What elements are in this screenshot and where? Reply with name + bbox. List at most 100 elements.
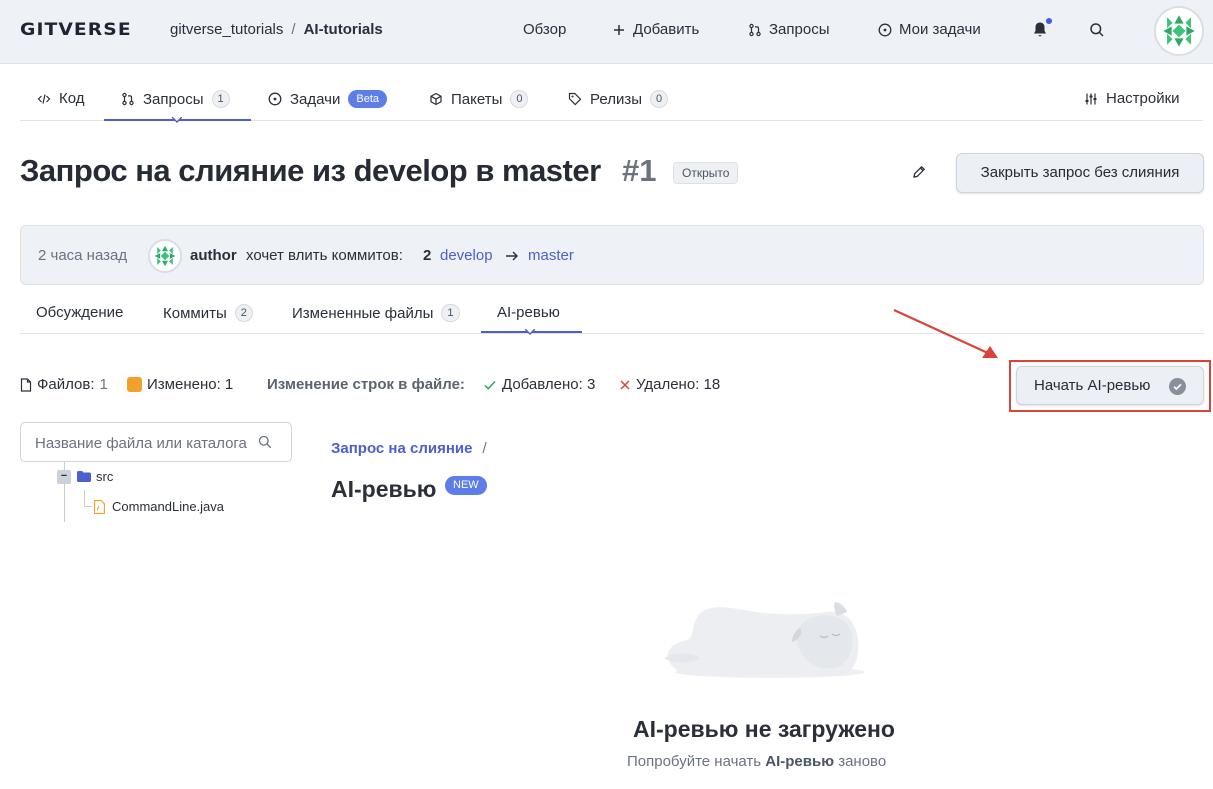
breadcrumb: Запрос на слияние / [331, 440, 487, 457]
tab-code[interactable]: Код [37, 90, 85, 107]
pull-request-icon [122, 92, 134, 106]
bell-icon[interactable] [1032, 21, 1048, 39]
pencil-icon[interactable] [912, 165, 926, 179]
tree-file-commandline[interactable]: CommandLine.java [112, 499, 224, 514]
tab-commits-label: Коммиты [163, 304, 227, 322]
tab-changed-files[interactable]: Измененные файлы 1 [292, 304, 460, 322]
files-value: 1 [99, 376, 108, 393]
packages-count-badge: 0 [510, 90, 529, 108]
breadcrumb-separator: / [291, 21, 296, 38]
empty-sub-before: Попробуйте начать [627, 753, 762, 770]
collapse-toggle-icon[interactable]: − [57, 470, 71, 484]
search-icon[interactable] [258, 435, 272, 449]
status-badge: Открыто [673, 162, 739, 184]
package-icon [430, 92, 442, 106]
modified-label: Изменено: 1 [147, 376, 234, 393]
arrow-right-icon [506, 251, 518, 261]
breadcrumb-merge-request[interactable]: Запрос на слияние [331, 440, 472, 457]
nav-add-label: Добавить [633, 21, 700, 38]
breadcrumb-separator: / [482, 440, 487, 457]
tab-requests-label: Запросы [143, 90, 204, 108]
tab-changed-files-label: Измененные файлы [292, 304, 434, 322]
search-icon[interactable] [1089, 22, 1105, 38]
repo-breadcrumb: gitverse_tutorials / AI-tutorials [170, 21, 383, 38]
commits-count-badge: 2 [234, 304, 253, 322]
gitverse-logo[interactable]: GITVERSE [20, 20, 132, 40]
empty-state-title: AI-ревью не загружено [633, 716, 895, 742]
target-branch-link[interactable]: master [528, 247, 574, 264]
nav-requests-label: Запросы [769, 21, 830, 38]
active-pr-tab-caret [525, 329, 535, 335]
source-branch-link[interactable]: develop [440, 247, 493, 264]
tab-packages[interactable]: Пакеты 0 [429, 90, 529, 108]
tab-settings-label: Настройки [1106, 90, 1180, 107]
breadcrumb-owner[interactable]: gitverse_tutorials [170, 21, 283, 38]
file-icon [20, 377, 32, 392]
pr-tabs: Обсуждение Коммиты 2 Измененные файлы 1 … [20, 296, 1204, 335]
empty-sub-after: заново [838, 753, 887, 770]
annotation-arrow-icon [893, 309, 998, 358]
tab-tasks[interactable]: Задачи Beta [268, 90, 388, 108]
tab-code-label: Код [59, 90, 85, 107]
pull-request-icon [749, 23, 761, 36]
tree-folder-src[interactable]: src [96, 469, 113, 484]
created-time: 2 часа назад [38, 247, 128, 264]
tab-discussion-label: Обсуждение [36, 304, 124, 321]
task-circle-icon [878, 23, 892, 36]
tab-commits[interactable]: Коммиты 2 [163, 304, 253, 322]
nav-requests[interactable]: Запросы [748, 21, 830, 38]
modified-icon [127, 377, 142, 392]
tree-connector [84, 490, 92, 507]
tab-ai-review[interactable]: AI-ревью [497, 304, 560, 321]
line-changes-label: Изменение строк в файле: [267, 376, 465, 393]
file-search-input[interactable] [35, 432, 257, 454]
java-file-icon [94, 500, 105, 514]
tab-tasks-label: Задачи [290, 90, 341, 108]
tab-requests[interactable]: Запросы 1 [121, 90, 230, 108]
folder-icon [77, 471, 91, 482]
start-ai-review-label: Начать AI-ревью [1034, 377, 1151, 394]
releases-count-badge: 0 [649, 90, 669, 108]
plus-icon [614, 24, 624, 35]
active-tab-caret [172, 117, 182, 123]
new-badge: NEW [445, 476, 487, 495]
changed-files-count-badge: 1 [441, 304, 460, 322]
modified-stat: Изменено: 1 [127, 376, 233, 393]
empty-sub-bold: AI-ревью [765, 753, 835, 770]
beta-badge: Beta [348, 90, 388, 108]
removed-stat: Удалено: 18 [619, 376, 720, 393]
nav-overview[interactable]: Обзор [523, 21, 566, 38]
files-label: Файлов: [37, 376, 95, 393]
nav-my-tasks-label: Мои задачи [899, 21, 981, 38]
removed-label: Удалено: 18 [636, 376, 721, 393]
code-icon [37, 93, 51, 104]
sleeping-dog-illustration-icon [664, 602, 865, 678]
check-circle-icon [1169, 378, 1186, 395]
notification-dot [1046, 18, 1052, 24]
breadcrumb-repo[interactable]: AI-tutorials [304, 21, 383, 38]
tab-discussion[interactable]: Обсуждение [36, 304, 123, 321]
nav-add[interactable]: Добавить [612, 21, 699, 38]
nav-overview-label: Обзор [523, 21, 567, 38]
file-search-field[interactable] [20, 422, 292, 462]
ai-review-heading: AI-ревью [331, 476, 437, 502]
tab-ai-review-label: AI-ревью [497, 304, 560, 321]
requests-count-badge: 1 [211, 90, 230, 108]
close-without-merge-button[interactable]: Закрыть запрос без слияния [956, 153, 1204, 193]
author-avatar[interactable] [148, 239, 182, 273]
top-bar: GITVERSE gitverse_tutorials / AI-tutorials… [0, 0, 1213, 64]
tab-releases[interactable]: Релизы 0 [568, 90, 669, 108]
nav-my-tasks[interactable]: Мои задачи [878, 21, 981, 38]
start-ai-review-button[interactable]: Начать AI-ревью [1016, 366, 1204, 405]
user-avatar[interactable] [1154, 6, 1204, 56]
commit-count: 2 [423, 247, 432, 264]
cross-icon [620, 379, 630, 390]
added-label: Добавлено: 3 [502, 376, 596, 393]
files-stat: Файлов: 1 [20, 376, 108, 393]
author-name[interactable]: author [190, 247, 237, 264]
tab-settings[interactable]: Настройки [1084, 90, 1180, 107]
repo-tabs: Код Запросы 1 Задачи Beta Пакеты 0 Релиз… [20, 80, 1203, 123]
tag-icon [568, 92, 582, 106]
added-stat: Добавлено: 3 [483, 376, 595, 393]
page-title: Запрос на слияние из develop в master [20, 153, 601, 188]
